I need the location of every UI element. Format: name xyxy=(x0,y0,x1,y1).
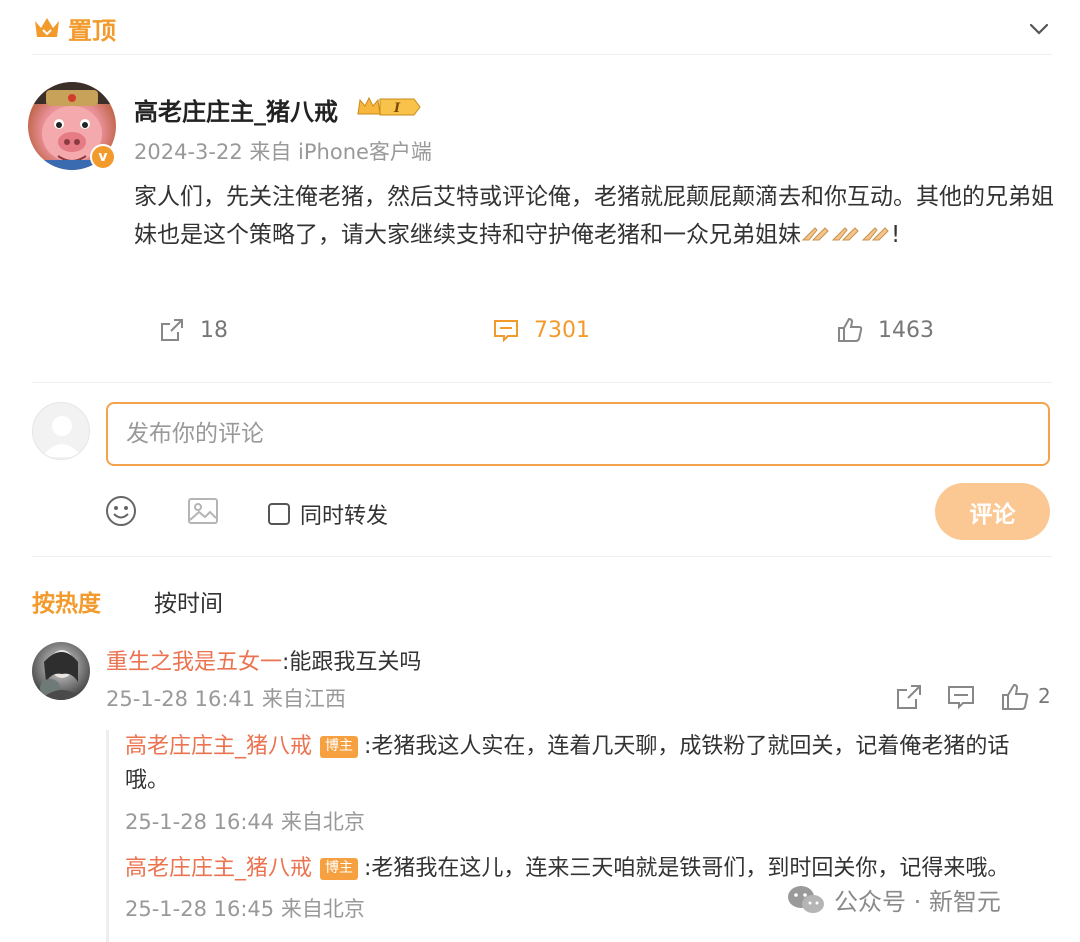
post-body: 家人们，先关注俺老猪，然后艾特或评论俺，老猪就屁颠屁颠滴去和你互动。其他的兄弟姐… xyxy=(134,184,1054,248)
chevron-down-icon[interactable] xyxy=(1026,16,1052,42)
post-actions: 18 7301 1463 xyxy=(0,316,1080,350)
post-date: 2024-3-22 xyxy=(134,140,243,164)
repost-count: 18 xyxy=(200,317,228,343)
like-button[interactable]: 1463 xyxy=(836,316,934,344)
divider xyxy=(32,556,1052,557)
comment-button[interactable]: 7301 xyxy=(492,316,590,344)
praying-hands-emoji xyxy=(831,227,859,241)
blogger-badge: 博主 xyxy=(320,736,359,758)
comment-thumbs-up-icon[interactable] xyxy=(1000,682,1030,712)
praying-hands-emoji xyxy=(861,227,889,241)
vip-crown-badge-icon: I xyxy=(357,96,421,116)
repost-checkbox[interactable]: 同时转发 xyxy=(268,498,388,530)
comment-like-count: 2 xyxy=(1038,684,1051,708)
watermark-text: 公众号 · 新智元 xyxy=(834,888,1001,916)
comment-icon xyxy=(494,320,518,343)
default-avatar-icon xyxy=(42,416,82,457)
reply-item: 高老庄庄主_猪八戒 博主:老猪我这人实在，连着几天聊，成铁粉了就回关，记着俺老猪的… xyxy=(125,730,1025,798)
reply-author[interactable]: 高老庄庄主_猪八戒 xyxy=(125,734,312,759)
post-body-end: ! xyxy=(891,222,901,248)
post-text: 家人们，先关注俺老猪，然后艾特或评论俺，老猪就屁颠屁颠滴去和你互动。其他的兄弟姐… xyxy=(134,178,1054,254)
comment-share-icon[interactable] xyxy=(894,682,924,712)
comment-input[interactable] xyxy=(106,402,1050,466)
share-icon xyxy=(161,319,183,341)
tab-sort-hot[interactable]: 按热度 xyxy=(32,584,101,618)
emoji-smile-icon[interactable] xyxy=(104,494,138,528)
reply-meta: 25-1-28 16:45 来自北京 xyxy=(125,897,365,921)
comment-reply-icon[interactable] xyxy=(946,682,976,712)
divider xyxy=(32,54,1052,55)
image-icon[interactable] xyxy=(186,494,220,528)
blogger-badge: 博主 xyxy=(320,858,359,880)
watermark: 公众号 · 新智元 xyxy=(786,882,1001,917)
commenter-name[interactable]: 重生之我是五女一 xyxy=(106,650,282,675)
divider xyxy=(32,382,1052,383)
checkbox-box[interactable] xyxy=(268,503,290,525)
wechat-logo-icon xyxy=(788,885,824,913)
reply-author[interactable]: 高老庄庄主_猪八戒 xyxy=(125,856,312,881)
commenter-photo xyxy=(40,650,84,700)
submit-comment-button[interactable]: 评论 xyxy=(935,483,1050,540)
verified-v-icon: v xyxy=(90,144,116,170)
pinned-label: 置顶 xyxy=(68,16,116,45)
like-count: 1463 xyxy=(878,317,934,343)
comment-count: 7301 xyxy=(534,317,590,343)
repost-checkbox-label: 同时转发 xyxy=(300,504,389,529)
pin-crown-icon xyxy=(35,18,59,37)
post-source: 来自 iPhone客户端 xyxy=(249,140,432,164)
thumbs-up-icon xyxy=(838,317,863,342)
pinned-header: 置顶 xyxy=(32,8,1052,48)
svg-text:I: I xyxy=(393,101,401,116)
tab-sort-time[interactable]: 按时间 xyxy=(154,584,223,618)
reply-item: 高老庄庄主_猪八戒 博主:老猪我在这儿，连来三天咱就是铁哥们，到时回关你，记得来哦… xyxy=(125,852,1025,886)
comment-meta: 25-1-28 16:41 来自江西 xyxy=(106,687,346,711)
comment-text: :能跟我互关吗 xyxy=(282,650,422,675)
author-avatar[interactable]: v xyxy=(28,82,116,170)
my-avatar xyxy=(32,402,90,460)
author-name[interactable]: 高老庄庄主_猪八戒 xyxy=(134,92,338,127)
comment-line: 重生之我是五女一:能跟我互关吗 xyxy=(106,644,421,676)
praying-hands-emoji xyxy=(801,227,829,241)
reply-meta: 25-1-28 16:44 来自北京 xyxy=(125,810,365,834)
commenter-avatar[interactable] xyxy=(32,642,90,700)
reply-text: :老猪我在这儿，连来三天咱就是铁哥们，到时回关你，记得来哦。 xyxy=(364,856,1010,881)
post-meta: 2024-3-22 来自 iPhone客户端 xyxy=(134,136,432,166)
repost-button[interactable]: 18 xyxy=(158,316,228,344)
